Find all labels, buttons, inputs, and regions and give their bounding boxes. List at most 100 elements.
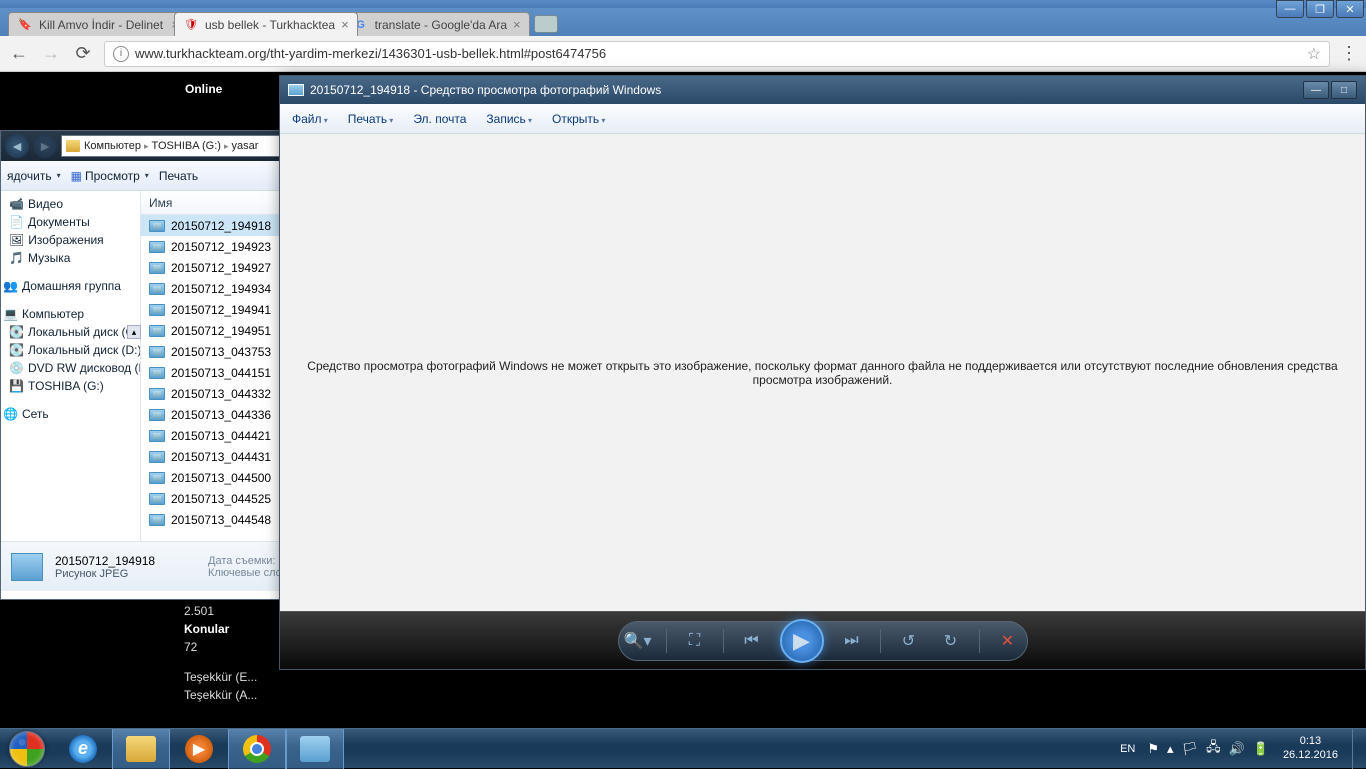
tab-3[interactable]: G translate - Google'da Ara × [344,12,530,36]
image-file-icon [149,283,165,295]
file-name: 20150712_194923 [171,240,271,254]
taskbar-wmp[interactable]: ▶ [170,729,228,769]
start-button[interactable] [0,729,54,769]
back-button[interactable]: ← [8,43,30,65]
new-tab-button[interactable] [534,15,558,33]
pv-title-text: 20150712_194918 - Средство просмотра фот… [310,83,661,97]
tab-1[interactable]: 🔖 Kill Amvo İndir - Delinet × [8,12,188,36]
tree-node-video[interactable]: 📹 Видео [1,195,140,213]
view-menu[interactable]: ▦ Просмотр [71,169,149,183]
clock[interactable]: 0:13 26.12.2016 [1277,735,1344,761]
tray-action-center-icon[interactable]: ⚑ [1147,741,1159,757]
start-orb-icon [9,731,45,767]
tree-node-docs[interactable]: 📄 Документы [1,213,140,231]
stat-row: Teşekkür (A... [178,686,358,704]
pv-menu-burn[interactable]: Запись [486,112,532,126]
tab-label: Kill Amvo İndir - Delinet [39,18,165,32]
tree-node-network[interactable]: 🌐 Сеть [1,405,140,423]
url-input[interactable] [135,46,1307,61]
pv-rotate-cw-button[interactable]: ↻ [937,627,965,655]
tray-volume-icon[interactable]: 🔊 [1229,741,1245,757]
file-name: 20150713_044421 [171,429,271,443]
image-file-icon [149,409,165,421]
taskbar-explorer[interactable] [112,729,170,769]
pv-minimize-button[interactable]: — [1303,81,1329,99]
tray-network-icon[interactable]: 🖧 [1206,738,1221,760]
pv-slideshow-button[interactable]: ▶ [780,619,824,663]
pv-zoom-button[interactable]: 🔍▾ [624,627,652,655]
reload-button[interactable]: ⟳ [72,43,94,65]
pv-actual-size-button[interactable]: ⛶ [681,627,709,655]
nav-back-button[interactable]: ◄ [5,134,29,158]
tree-node-dvd[interactable]: 💿 DVD RW дисковод (E:) [1,359,140,377]
tree-scroll-up[interactable]: ▴ [127,325,141,339]
file-name: 20150713_044548 [171,513,271,527]
tree-node-toshiba[interactable]: 💾 TOSHIBA (G:) [1,377,140,395]
chrome-minimize-button[interactable]: — [1276,0,1304,18]
image-file-icon [149,367,165,379]
bookmark-star-icon[interactable]: ☆ [1307,44,1321,64]
file-name: 20150713_044431 [171,450,271,464]
omnibox[interactable]: i ☆ [104,41,1330,67]
favicon-icon: 🔖 [17,17,33,33]
chrome-menu-button[interactable]: ⋮ [1340,43,1358,64]
print-button[interactable]: Печать [159,169,198,183]
image-file-icon [149,325,165,337]
image-file-icon [149,304,165,316]
crumb[interactable]: Компьютер [84,140,141,152]
tree-node-computer[interactable]: 💻 Компьютер [1,305,140,323]
pv-prev-button[interactable]: ⏮ [738,627,766,655]
pv-menu-open[interactable]: Открыть [552,112,605,126]
photo-viewer-window: 20150712_194918 - Средство просмотра фот… [279,75,1366,670]
tree-node-drive-c[interactable]: 💽 Локальный диск (C:) [1,323,140,341]
crumb[interactable]: yasar [231,140,258,152]
pv-rotate-ccw-button[interactable]: ↺ [895,627,923,655]
image-file-icon [149,493,165,505]
taskbar-ie[interactable] [54,729,112,769]
thumbnail-icon [11,553,43,581]
tree-node-homegroup[interactable]: 👥 Домашняя группа [1,277,140,295]
pv-menu-file[interactable]: Файл [292,112,328,126]
tab-close-icon[interactable]: × [513,17,521,32]
chrome-close-button[interactable]: ✕ [1336,0,1364,18]
online-indicator: Online [185,82,222,96]
show-desktop-button[interactable] [1352,729,1362,769]
pv-menu-print[interactable]: Печать [348,112,394,126]
tab-label: usb bellek - Turkhacktea [205,18,335,32]
tab-label: translate - Google'da Ara [375,18,507,32]
tray-chevron-up-icon[interactable]: ▴ [1167,741,1174,757]
pv-menu-email[interactable]: Эл. почта [413,112,466,126]
taskbar-photoviewer[interactable] [286,729,344,769]
details-filename: 20150712_194918 [55,554,155,568]
image-file-icon [149,388,165,400]
tab-close-icon[interactable]: × [341,17,349,32]
chrome-maximize-button[interactable]: ❐ [1306,0,1334,18]
ie-icon [69,735,97,763]
image-file-icon [149,472,165,484]
tree-node-music[interactable]: 🎵 Музыка [1,249,140,267]
tab-2-active[interactable]: 🛡 usb bellek - Turkhacktea × [174,12,358,36]
nav-forward-button[interactable]: ► [33,134,57,158]
photo-viewer-icon [300,736,330,762]
tray-battery-icon[interactable]: 🔋 [1253,741,1269,757]
pv-titlebar[interactable]: 20150712_194918 - Средство просмотра фот… [280,76,1365,104]
details-filetype: Рисунок JPEG [55,568,128,580]
pv-delete-button[interactable]: ✕ [994,627,1022,655]
tray-flag-icon[interactable]: 🏳 [1182,741,1199,757]
wmp-icon: ▶ [185,735,213,763]
taskbar-chrome[interactable] [228,729,286,769]
tree-node-images[interactable]: 🖼 Изображения [1,231,140,249]
tree-node-drive-d[interactable]: 💽 Локальный диск (D:) [1,341,140,359]
image-file-icon [149,514,165,526]
organize-menu[interactable]: ядочить [7,169,61,183]
crumb[interactable]: TOSHIBA (G:) [151,140,220,152]
file-name: 20150713_044336 [171,408,271,422]
file-name: 20150712_194934 [171,282,271,296]
pv-maximize-button[interactable]: □ [1331,81,1357,99]
file-name: 20150713_044500 [171,471,271,485]
file-name: 20150712_194951 [171,324,271,338]
site-info-icon[interactable]: i [113,46,129,62]
pv-next-button[interactable]: ⏭ [838,627,866,655]
forward-button[interactable]: → [40,43,62,65]
language-indicator[interactable]: EN [1116,741,1139,757]
